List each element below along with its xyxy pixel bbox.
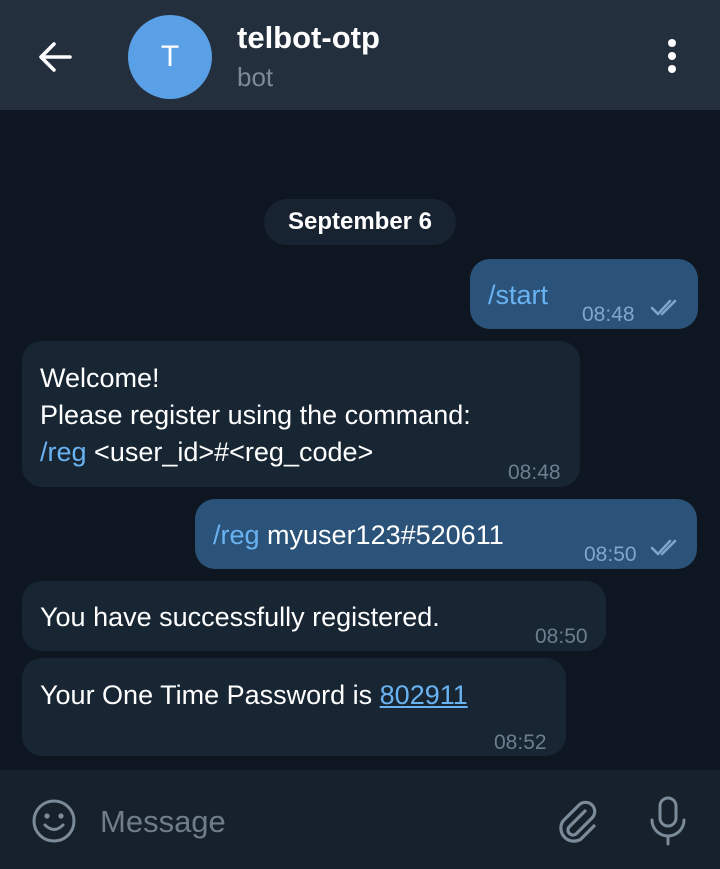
- back-button[interactable]: [30, 32, 80, 82]
- menu-button[interactable]: [650, 34, 694, 78]
- message-text: myuser123#520611: [267, 520, 504, 550]
- bot-command-link[interactable]: /reg: [40, 437, 87, 467]
- date-separator: September 6: [264, 199, 456, 245]
- message-bubble-outgoing[interactable]: /start 08:48: [470, 259, 698, 329]
- attach-button[interactable]: [552, 796, 602, 846]
- chat-title[interactable]: telbot-otp: [237, 20, 380, 56]
- message-time: 08:48: [582, 303, 635, 326]
- message-list[interactable]: September 6 /start 08:48 Welcome! Please…: [0, 110, 720, 770]
- more-vertical-icon: [668, 39, 676, 73]
- message-text: You have successfully registered.: [40, 602, 440, 632]
- avatar[interactable]: T: [128, 15, 212, 99]
- bot-command-link[interactable]: /reg: [213, 520, 260, 550]
- emoji-button[interactable]: [30, 797, 78, 845]
- bot-command-link[interactable]: /start: [488, 277, 548, 314]
- message-time: 08:50: [535, 625, 588, 648]
- message-time: 08:48: [508, 461, 561, 484]
- message-bubble-incoming[interactable]: Your One Time Password is 802911 08:52: [22, 658, 566, 756]
- message-text-line: /reg <user_id>#<reg_code>: [40, 434, 373, 471]
- message-input[interactable]: [100, 800, 530, 844]
- paperclip-icon: [559, 800, 597, 843]
- arrow-left-icon: [39, 42, 72, 72]
- message-text: Your One Time Password is: [40, 680, 380, 710]
- message-bubble-incoming[interactable]: You have successfully registered. 08:50: [22, 581, 606, 651]
- message-text: Please register using the command:: [40, 400, 471, 430]
- double-check-icon: [650, 539, 677, 556]
- message-bubble-incoming[interactable]: Welcome! Please register using the comma…: [22, 341, 580, 487]
- chat-header: T telbot-otp bot: [0, 0, 720, 110]
- microphone-icon: [650, 796, 686, 846]
- message-time: 08:50: [584, 543, 637, 566]
- double-check-icon: [650, 299, 677, 316]
- message-time: 08:52: [494, 731, 547, 754]
- smile-icon: [32, 799, 76, 843]
- message-text: Welcome!: [40, 363, 160, 393]
- message-text-line: /reg myuser123#520611: [213, 517, 504, 554]
- message-text-line: Your One Time Password is 802911: [40, 677, 468, 714]
- message-bubble-outgoing[interactable]: /reg myuser123#520611 08:50: [195, 499, 697, 569]
- chat-subtitle: bot: [237, 62, 274, 92]
- otp-link[interactable]: 802911: [380, 680, 468, 710]
- message-text: <user_id>#<reg_code>: [94, 437, 374, 467]
- voice-record-button[interactable]: [645, 795, 691, 847]
